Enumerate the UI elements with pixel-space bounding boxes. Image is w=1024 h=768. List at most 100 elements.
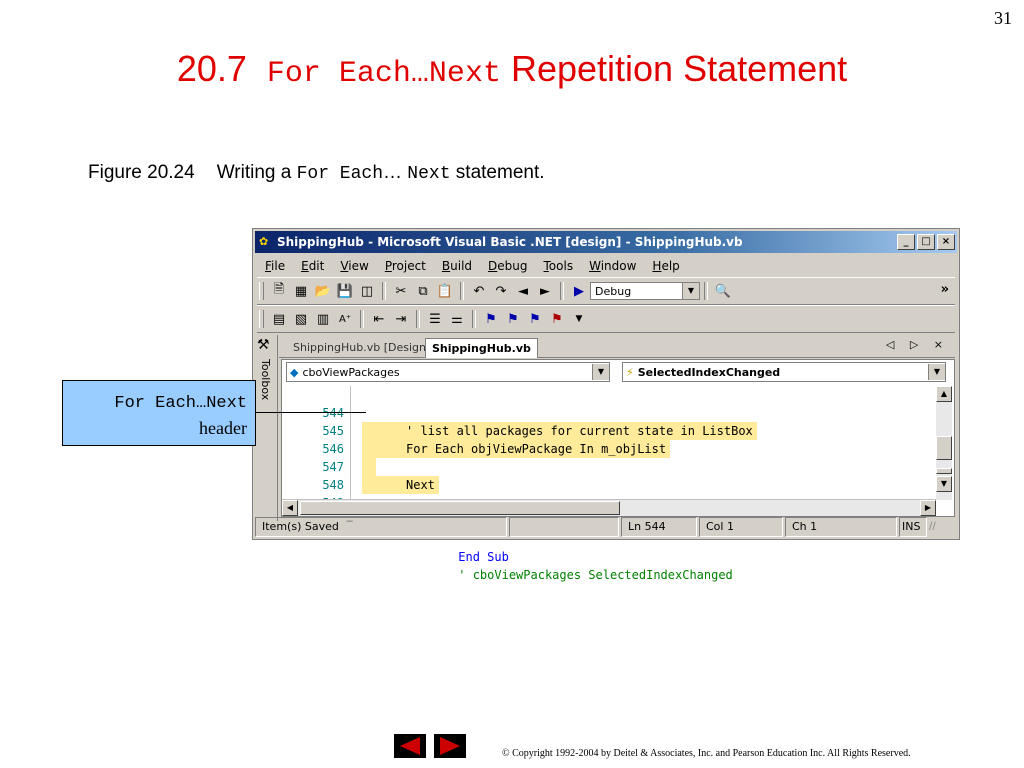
title-number: 20.7 <box>176 48 247 89</box>
menu-tools[interactable]: Tools <box>536 256 582 276</box>
caption-code-2: Next <box>407 164 451 184</box>
cut-icon[interactable]: ✂ <box>392 282 410 300</box>
document-tab-strip: ShippingHub.vb [Design] ShippingHub.vb ◁… <box>279 335 955 358</box>
status-bar: Item(s) Saved Ln 544 Col 1 Ch 1 INS ∕∕ <box>255 517 957 537</box>
callout-connector-line <box>256 412 366 413</box>
caption-ellipsis: … <box>383 162 403 183</box>
code-comment: ' cboViewPackages SelectedIndexChanged <box>458 568 733 582</box>
title-text: Repetition Statement <box>510 48 848 89</box>
toolbar-grip[interactable] <box>259 282 264 300</box>
method-name-select[interactable]: ⚡ SelectedIndexChanged ▼ <box>622 362 946 382</box>
figure-caption: Figure 20.24 Writing a For Each… Next sta… <box>88 162 545 184</box>
menu-debug[interactable]: Debug <box>480 256 535 276</box>
menu-help[interactable]: Help <box>644 256 687 276</box>
copyright-footer: © Copyright 1992-2004 by Deitel & Associ… <box>502 748 911 759</box>
uncomment-icon[interactable]: ⚌ <box>448 310 466 328</box>
previous-slide-button[interactable] <box>394 734 426 758</box>
save-icon[interactable]: 💾 <box>336 282 354 300</box>
quick-info-icon[interactable]: ▥ <box>314 310 332 328</box>
minimize-button[interactable]: _ <box>897 234 915 250</box>
maximize-button[interactable]: □ <box>917 234 935 250</box>
nav-back-icon[interactable]: ◄ <box>514 282 532 300</box>
event-icon: ⚡ <box>626 365 634 379</box>
add-item-icon[interactable]: ▦ <box>292 282 310 300</box>
start-icon[interactable]: ▶ <box>570 282 588 300</box>
increase-indent-icon[interactable]: ⇥ <box>392 310 410 328</box>
horizontal-scroll-thumb[interactable] <box>300 501 620 515</box>
toolbar-options-icon[interactable]: ▼ <box>570 310 588 328</box>
menu-bar: File Edit View Project Build Debug Tools Window… <box>257 256 955 276</box>
code-line: 548 <box>282 458 936 492</box>
callout-code: For Each…Next <box>114 394 247 413</box>
page-number: 31 <box>994 8 1012 28</box>
scroll-thumb[interactable] <box>936 436 952 460</box>
title-code: For Each…Next <box>266 57 501 91</box>
nav-forward-icon[interactable]: ► <box>536 282 554 300</box>
copy-icon[interactable]: ⧉ <box>414 282 432 300</box>
window-titlebar[interactable]: ✿ ShippingHub - Microsoft Visual Basic .… <box>255 231 957 253</box>
parameter-info-icon[interactable]: ▧ <box>292 310 310 328</box>
code-area[interactable]: 544 ' list all packages for current stat… <box>282 386 936 582</box>
code-line: 544 ' list all packages for current stat… <box>282 386 936 440</box>
vertical-scrollbar[interactable]: ▲ ▼ <box>936 386 952 500</box>
next-bookmark-icon[interactable]: ⚑ <box>504 310 522 328</box>
arrow-right-icon <box>440 737 460 755</box>
horizontal-scrollbar[interactable]: ◀ ▶ <box>282 499 936 516</box>
status-line: Ln 544 <box>621 517 697 537</box>
save-all-icon[interactable]: ◫ <box>358 282 376 300</box>
method-name-value: SelectedIndexChanged <box>637 365 781 379</box>
clear-bookmarks-icon[interactable]: ⚑ <box>548 310 566 328</box>
split-handle[interactable] <box>936 468 952 474</box>
status-column: Col 1 <box>699 517 783 537</box>
callout-box: For Each…Next header <box>62 380 256 446</box>
resize-grip-icon[interactable]: ∕∕ <box>929 517 943 537</box>
standard-toolbar: 🗎 ▦ 📂 💾 ◫ ✂ ⧉ 📋 ↶ ↷ ◄ ► ▶ Debug ▼ 🔍 » <box>257 277 955 305</box>
scroll-left-icon[interactable]: ◀ <box>282 500 298 516</box>
solution-config-select[interactable]: Debug ▼ <box>590 282 700 300</box>
tab-code[interactable]: ShippingHub.vb <box>425 338 538 358</box>
tab-navigation-controls[interactable]: ◁ ▷ × <box>886 338 949 351</box>
code-editor[interactable]: ◆ cboViewPackages ▼ ⚡ SelectedIndexChang… <box>281 359 955 582</box>
callout-text: header <box>199 418 247 438</box>
chevron-down-icon[interactable]: ▼ <box>928 364 945 380</box>
text-editor-toolbar: ▤ ▧ ▥ A⁺ ⇤ ⇥ ☰ ⚌ ⚑ ⚑ ⚑ ⚑ ▼ <box>257 305 955 333</box>
class-name-value: cboViewPackages <box>302 365 400 379</box>
paste-icon[interactable]: 📋 <box>436 282 454 300</box>
complete-word-icon[interactable]: A⁺ <box>336 310 354 328</box>
decrease-indent-icon[interactable]: ⇤ <box>370 310 388 328</box>
object-members-icon[interactable]: ▤ <box>270 310 288 328</box>
toolbar-overflow-icon[interactable]: » <box>941 282 949 297</box>
slide-navigation <box>394 734 466 758</box>
toolbar-grip-2[interactable] <box>259 310 264 328</box>
tab-design[interactable]: ShippingHub.vb [Design] <box>287 338 436 357</box>
code-line: 549 − End Sub ' cboViewPackages Selected… <box>282 476 936 582</box>
keyword-end-sub: End Sub <box>458 550 509 564</box>
menu-build[interactable]: Build <box>434 256 480 276</box>
scroll-right-icon[interactable]: ▶ <box>920 500 936 516</box>
menu-file[interactable]: File <box>257 256 293 276</box>
chevron-down-icon[interactable]: ▼ <box>682 283 699 299</box>
open-file-icon[interactable]: 📂 <box>314 282 332 300</box>
close-button[interactable]: × <box>937 234 955 250</box>
find-in-files-icon[interactable]: 🔍 <box>714 282 732 300</box>
code-line: 547 Next <box>282 440 936 494</box>
toolbox-strip[interactable]: ⚒ Toolbox <box>255 335 278 521</box>
scroll-up-icon[interactable]: ▲ <box>936 386 952 402</box>
class-name-select[interactable]: ◆ cboViewPackages ▼ <box>286 362 610 382</box>
scroll-down-icon[interactable]: ▼ <box>936 476 952 492</box>
redo-icon[interactable]: ↷ <box>492 282 510 300</box>
undo-icon[interactable]: ↶ <box>470 282 488 300</box>
comment-out-icon[interactable]: ☰ <box>426 310 444 328</box>
new-project-icon[interactable]: 🗎 <box>270 282 288 300</box>
menu-project[interactable]: Project <box>377 256 434 276</box>
status-message: Item(s) Saved <box>255 517 507 537</box>
next-slide-button[interactable] <box>434 734 466 758</box>
menu-window[interactable]: Window <box>581 256 644 276</box>
menu-view[interactable]: View <box>332 256 376 276</box>
toggle-bookmark-icon[interactable]: ⚑ <box>482 310 500 328</box>
menu-edit[interactable]: Edit <box>293 256 332 276</box>
ide-window: ✿ ShippingHub - Microsoft Visual Basic .… <box>252 228 960 582</box>
toolbox-icon: ⚒ <box>257 337 270 353</box>
chevron-down-icon[interactable]: ▼ <box>592 364 609 380</box>
previous-bookmark-icon[interactable]: ⚑ <box>526 310 544 328</box>
